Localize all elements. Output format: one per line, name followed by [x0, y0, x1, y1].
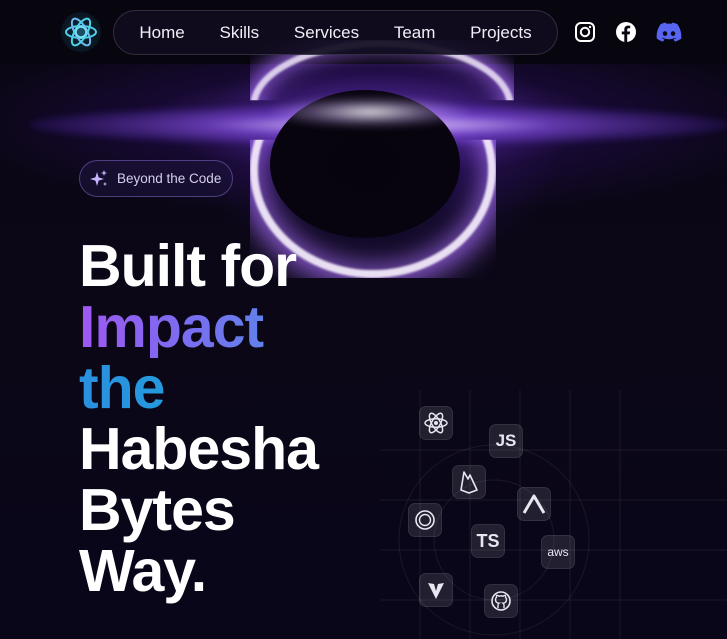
- headline-line-6: Way.: [79, 538, 207, 604]
- badge-label: Beyond the Code: [117, 171, 222, 186]
- sparkles-icon: [89, 169, 109, 189]
- facebook-icon[interactable]: [614, 20, 638, 44]
- github-icon: [484, 584, 518, 618]
- main-navigation: Home Skills Services Team Projects: [113, 10, 558, 55]
- headline-line-4: Habesha: [79, 416, 319, 482]
- nav-link-team[interactable]: Team: [394, 23, 436, 43]
- aws-icon: aws: [541, 535, 575, 569]
- discord-icon[interactable]: [656, 20, 682, 44]
- atom-logo-icon[interactable]: [61, 12, 101, 52]
- headline-line-2: Impact: [79, 297, 318, 358]
- javascript-icon: JS: [489, 424, 523, 458]
- headline-line-1: Built for: [79, 233, 297, 299]
- nav-link-home[interactable]: Home: [139, 23, 184, 43]
- accretion-disk: [30, 104, 727, 146]
- black-hole-core: [270, 90, 460, 238]
- instagram-icon[interactable]: [573, 20, 597, 44]
- nav-link-skills[interactable]: Skills: [219, 23, 259, 43]
- headline-line-3: the: [79, 358, 318, 419]
- hero-badge: Beyond the Code: [79, 160, 233, 197]
- vite-icon: [419, 573, 453, 607]
- react-icon: [419, 406, 453, 440]
- hero-page: Home Skills Services Team Projects Beyon…: [0, 0, 727, 639]
- openai-icon: [408, 503, 442, 537]
- firebase-icon: [452, 465, 486, 499]
- headline-line-5: Bytes: [79, 477, 236, 543]
- typescript-icon: TS: [471, 524, 505, 558]
- nav-link-services[interactable]: Services: [294, 23, 359, 43]
- arch-icon: [517, 487, 551, 521]
- hero-headline: Built for Impact the Habesha Bytes Way.: [79, 233, 319, 604]
- disk-highlight: [270, 97, 470, 127]
- nav-link-projects[interactable]: Projects: [470, 23, 531, 43]
